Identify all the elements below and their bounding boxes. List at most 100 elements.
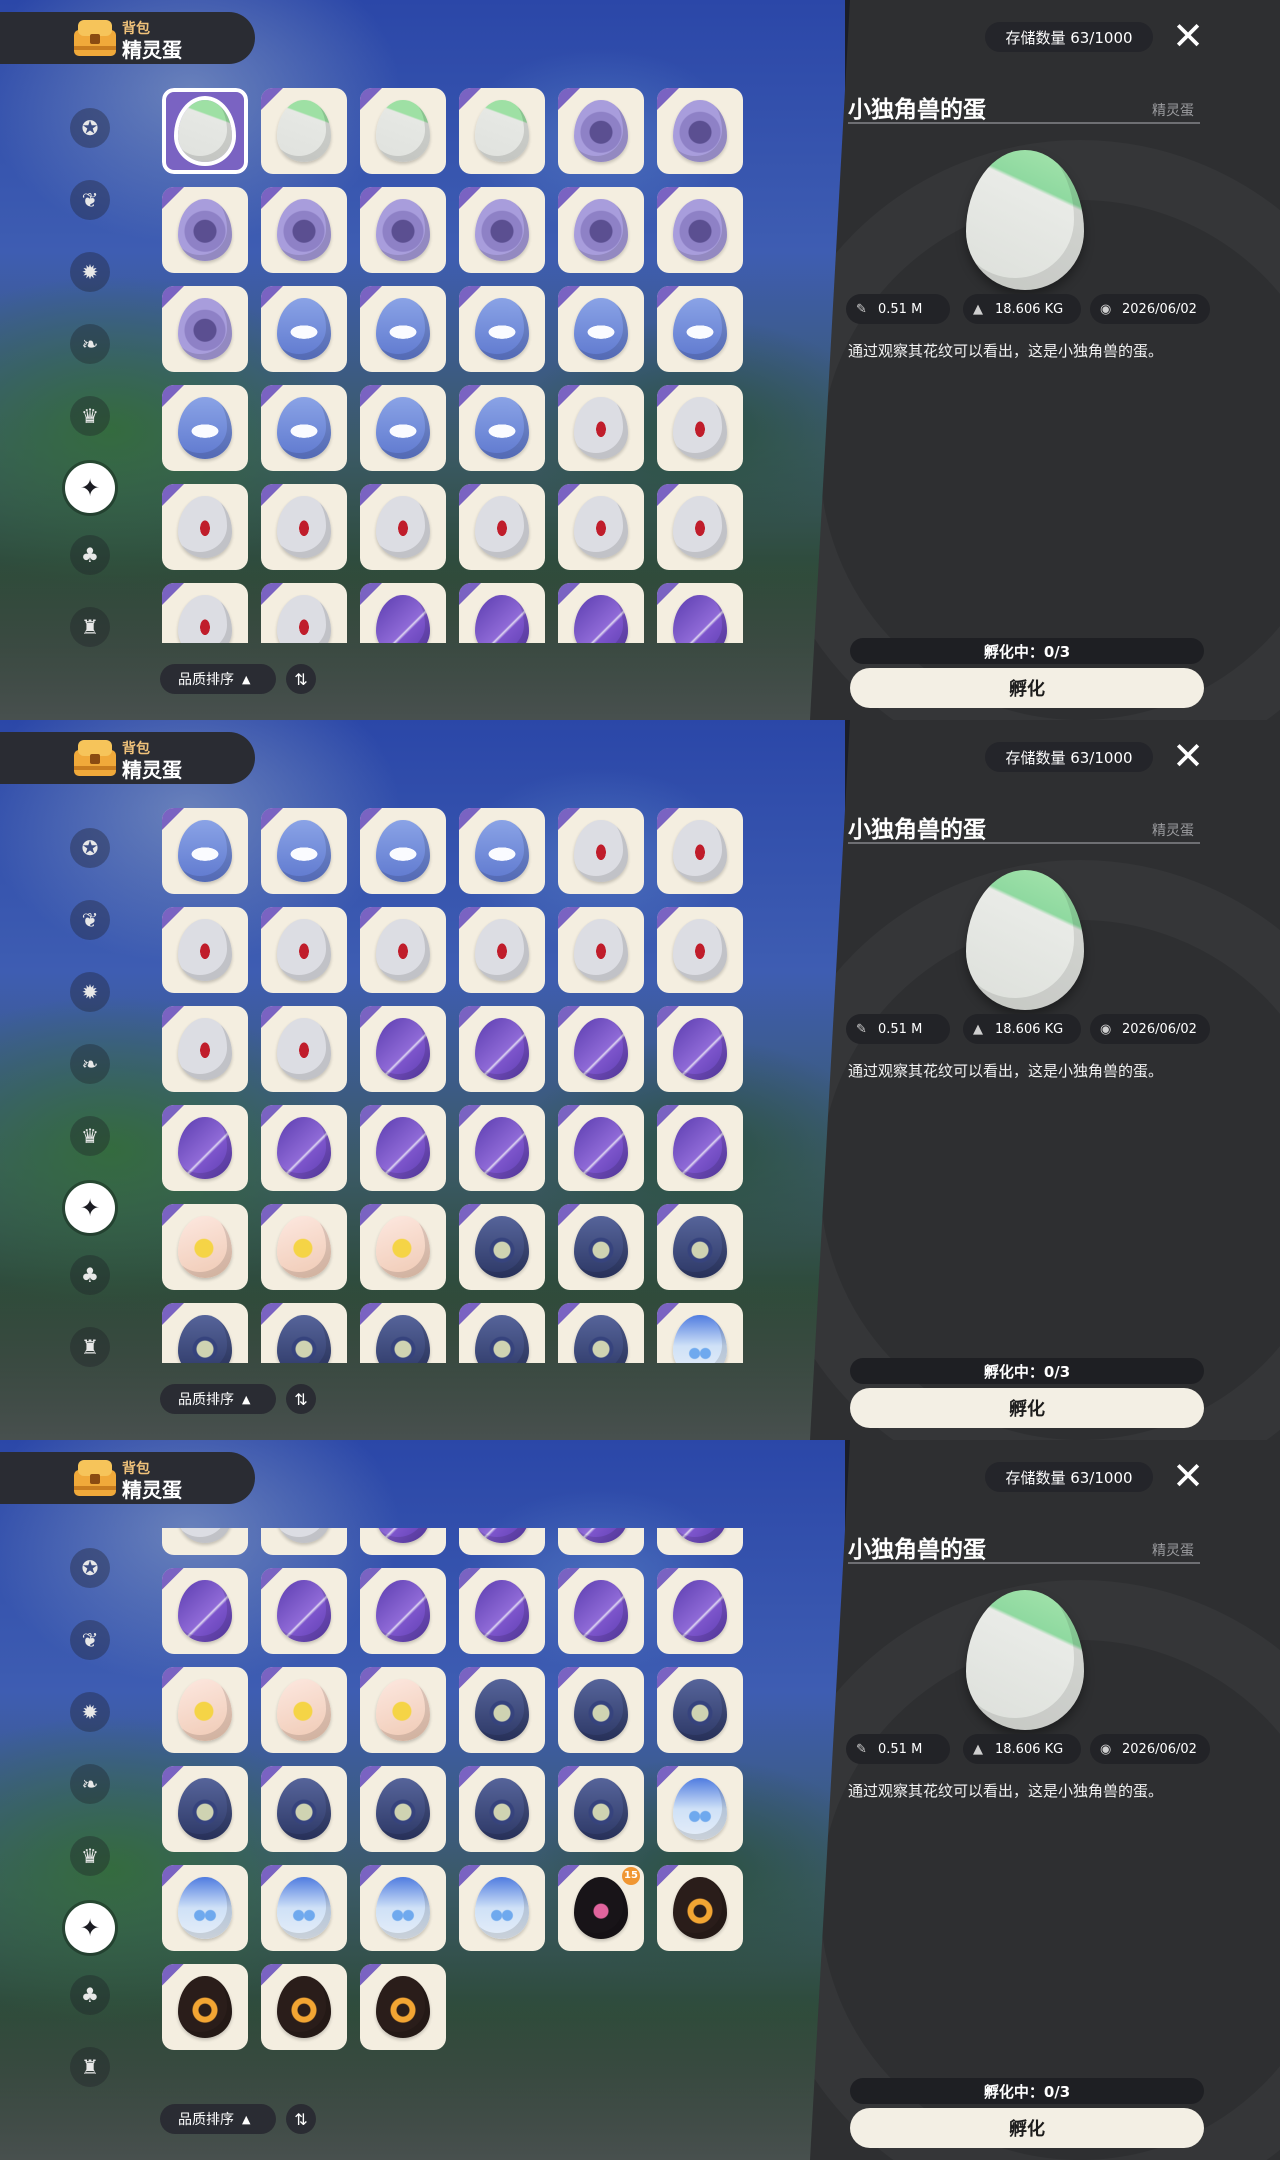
- leaf-icon[interactable]: ❦: [70, 900, 110, 940]
- egg-slot[interactable]: [558, 286, 644, 372]
- burst-icon[interactable]: ✹: [70, 252, 110, 292]
- egg-slot[interactable]: [261, 1204, 347, 1290]
- egg-slot[interactable]: [459, 907, 545, 993]
- egg-grid-viewport[interactable]: 15: [162, 808, 762, 1363]
- egg-slot[interactable]: [162, 1105, 248, 1191]
- egg-slot[interactable]: [459, 1666, 545, 1753]
- egg-slot[interactable]: [261, 1864, 347, 1951]
- egg-slot[interactable]: [360, 1666, 446, 1753]
- acorn-icon[interactable]: ♣: [70, 535, 110, 575]
- egg-slot[interactable]: [657, 1765, 743, 1852]
- egg-slot[interactable]: [558, 187, 644, 273]
- egg-slot[interactable]: [459, 1105, 545, 1191]
- egg-slot[interactable]: [459, 1006, 545, 1092]
- egg-slot[interactable]: [558, 1204, 644, 1290]
- egg-slot[interactable]: [360, 286, 446, 372]
- egg-slot[interactable]: [657, 385, 743, 471]
- egg-category-icon[interactable]: ✦: [65, 1903, 115, 1953]
- egg-slot[interactable]: [657, 1303, 743, 1363]
- egg-slot[interactable]: [261, 1666, 347, 1753]
- egg-slot[interactable]: [459, 1204, 545, 1290]
- close-button[interactable]: ✕: [1168, 736, 1208, 776]
- egg-slot[interactable]: [162, 583, 248, 643]
- close-button[interactable]: ✕: [1168, 1456, 1208, 1496]
- egg-slot[interactable]: [459, 1567, 545, 1654]
- egg-slot[interactable]: [162, 385, 248, 471]
- egg-slot[interactable]: [558, 808, 644, 894]
- hatch-button[interactable]: 孵化: [850, 1388, 1204, 1428]
- egg-slot[interactable]: [261, 385, 347, 471]
- egg-slot[interactable]: [558, 1567, 644, 1654]
- egg-slot[interactable]: [558, 907, 644, 993]
- egg-slot[interactable]: [261, 1105, 347, 1191]
- egg-slot[interactable]: [558, 1765, 644, 1852]
- egg-slot[interactable]: [459, 1303, 545, 1363]
- egg-slot[interactable]: [657, 1567, 743, 1654]
- egg-slot[interactable]: [162, 907, 248, 993]
- egg-slot[interactable]: [162, 1765, 248, 1852]
- egg-category-icon[interactable]: ✦: [65, 1183, 115, 1233]
- egg-slot[interactable]: 15: [558, 1864, 644, 1951]
- egg-slot[interactable]: [162, 88, 248, 174]
- egg-slot[interactable]: [360, 1864, 446, 1951]
- egg-slot[interactable]: [261, 808, 347, 894]
- egg-slot[interactable]: [459, 583, 545, 643]
- egg-slot[interactable]: [558, 583, 644, 643]
- egg-category-icon[interactable]: ✦: [65, 463, 115, 513]
- egg-slot[interactable]: [162, 286, 248, 372]
- egg-slot[interactable]: [360, 187, 446, 273]
- egg-slot[interactable]: [261, 484, 347, 570]
- egg-slot[interactable]: [657, 1666, 743, 1753]
- egg-slot[interactable]: [558, 1528, 644, 1555]
- egg-slot[interactable]: [459, 1864, 545, 1951]
- star-badge-icon[interactable]: ✪: [70, 108, 110, 148]
- egg-slot[interactable]: [459, 1765, 545, 1852]
- egg-slot[interactable]: [459, 187, 545, 273]
- egg-slot[interactable]: [261, 1528, 347, 1555]
- egg-slot[interactable]: [558, 1006, 644, 1092]
- egg-slot[interactable]: [162, 1204, 248, 1290]
- egg-slot[interactable]: [360, 484, 446, 570]
- sort-order-toggle-icon[interactable]: ⇅: [286, 664, 316, 694]
- egg-slot[interactable]: [360, 1204, 446, 1290]
- acorn-icon[interactable]: ♣: [70, 1255, 110, 1295]
- egg-slot[interactable]: [657, 187, 743, 273]
- acorn-icon[interactable]: ♣: [70, 1975, 110, 2015]
- egg-slot[interactable]: [360, 1528, 446, 1555]
- egg-slot[interactable]: [657, 1204, 743, 1290]
- egg-slot[interactable]: [261, 907, 347, 993]
- scroll-icon[interactable]: ♛: [70, 1836, 110, 1876]
- burst-icon[interactable]: ✹: [70, 972, 110, 1012]
- egg-slot[interactable]: [657, 1528, 743, 1555]
- egg-slot[interactable]: [360, 583, 446, 643]
- egg-slot[interactable]: [162, 1864, 248, 1951]
- egg-slot[interactable]: [360, 1303, 446, 1363]
- egg-slot[interactable]: [558, 88, 644, 174]
- sort-quality-button[interactable]: 品质排序 ▲: [160, 1384, 276, 1414]
- sort-order-toggle-icon[interactable]: ⇅: [286, 1384, 316, 1414]
- egg-slot[interactable]: [162, 1528, 248, 1555]
- egg-slot[interactable]: [360, 385, 446, 471]
- egg-slot[interactable]: [261, 1963, 347, 2050]
- egg-slot[interactable]: [657, 808, 743, 894]
- egg-slot[interactable]: [657, 1006, 743, 1092]
- egg-slot[interactable]: [459, 385, 545, 471]
- hatch-button[interactable]: 孵化: [850, 668, 1204, 708]
- egg-slot[interactable]: [459, 484, 545, 570]
- leaf-icon[interactable]: ❦: [70, 180, 110, 220]
- egg-slot[interactable]: [360, 1105, 446, 1191]
- close-button[interactable]: ✕: [1168, 16, 1208, 56]
- egg-slot[interactable]: [657, 1105, 743, 1191]
- sort-quality-button[interactable]: 品质排序 ▲: [160, 664, 276, 694]
- egg-slot[interactable]: [360, 907, 446, 993]
- scroll-icon[interactable]: ♛: [70, 396, 110, 436]
- egg-slot[interactable]: [162, 1666, 248, 1753]
- egg-slot[interactable]: [657, 286, 743, 372]
- hatch-button[interactable]: 孵化: [850, 2108, 1204, 2148]
- egg-grid-viewport[interactable]: 15: [162, 1528, 762, 2083]
- egg-slot[interactable]: [558, 1303, 644, 1363]
- egg-slot[interactable]: [360, 88, 446, 174]
- egg-slot[interactable]: [162, 808, 248, 894]
- egg-slot[interactable]: [459, 286, 545, 372]
- egg-slot[interactable]: [657, 484, 743, 570]
